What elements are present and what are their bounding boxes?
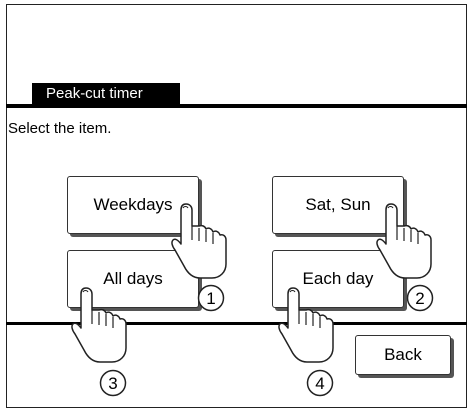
all-days-button[interactable]: All days — [67, 250, 199, 308]
weekdays-button-label: Weekdays — [93, 195, 173, 214]
bottom-divider — [6, 322, 467, 325]
each-day-button-label: Each day — [302, 269, 374, 288]
all-days-button-label: All days — [103, 269, 163, 288]
sat-sun-button-label: Sat, Sun — [305, 195, 371, 214]
sat-sun-button[interactable]: Sat, Sun — [272, 176, 404, 234]
back-button[interactable]: Back — [355, 335, 451, 375]
page-title: Peak-cut timer — [32, 83, 180, 105]
instruction-text: Select the item. — [8, 120, 112, 137]
back-button-label: Back — [384, 345, 422, 364]
weekdays-button[interactable]: Weekdays — [67, 176, 199, 234]
each-day-button[interactable]: Each day — [272, 250, 404, 308]
title-divider — [6, 104, 467, 108]
